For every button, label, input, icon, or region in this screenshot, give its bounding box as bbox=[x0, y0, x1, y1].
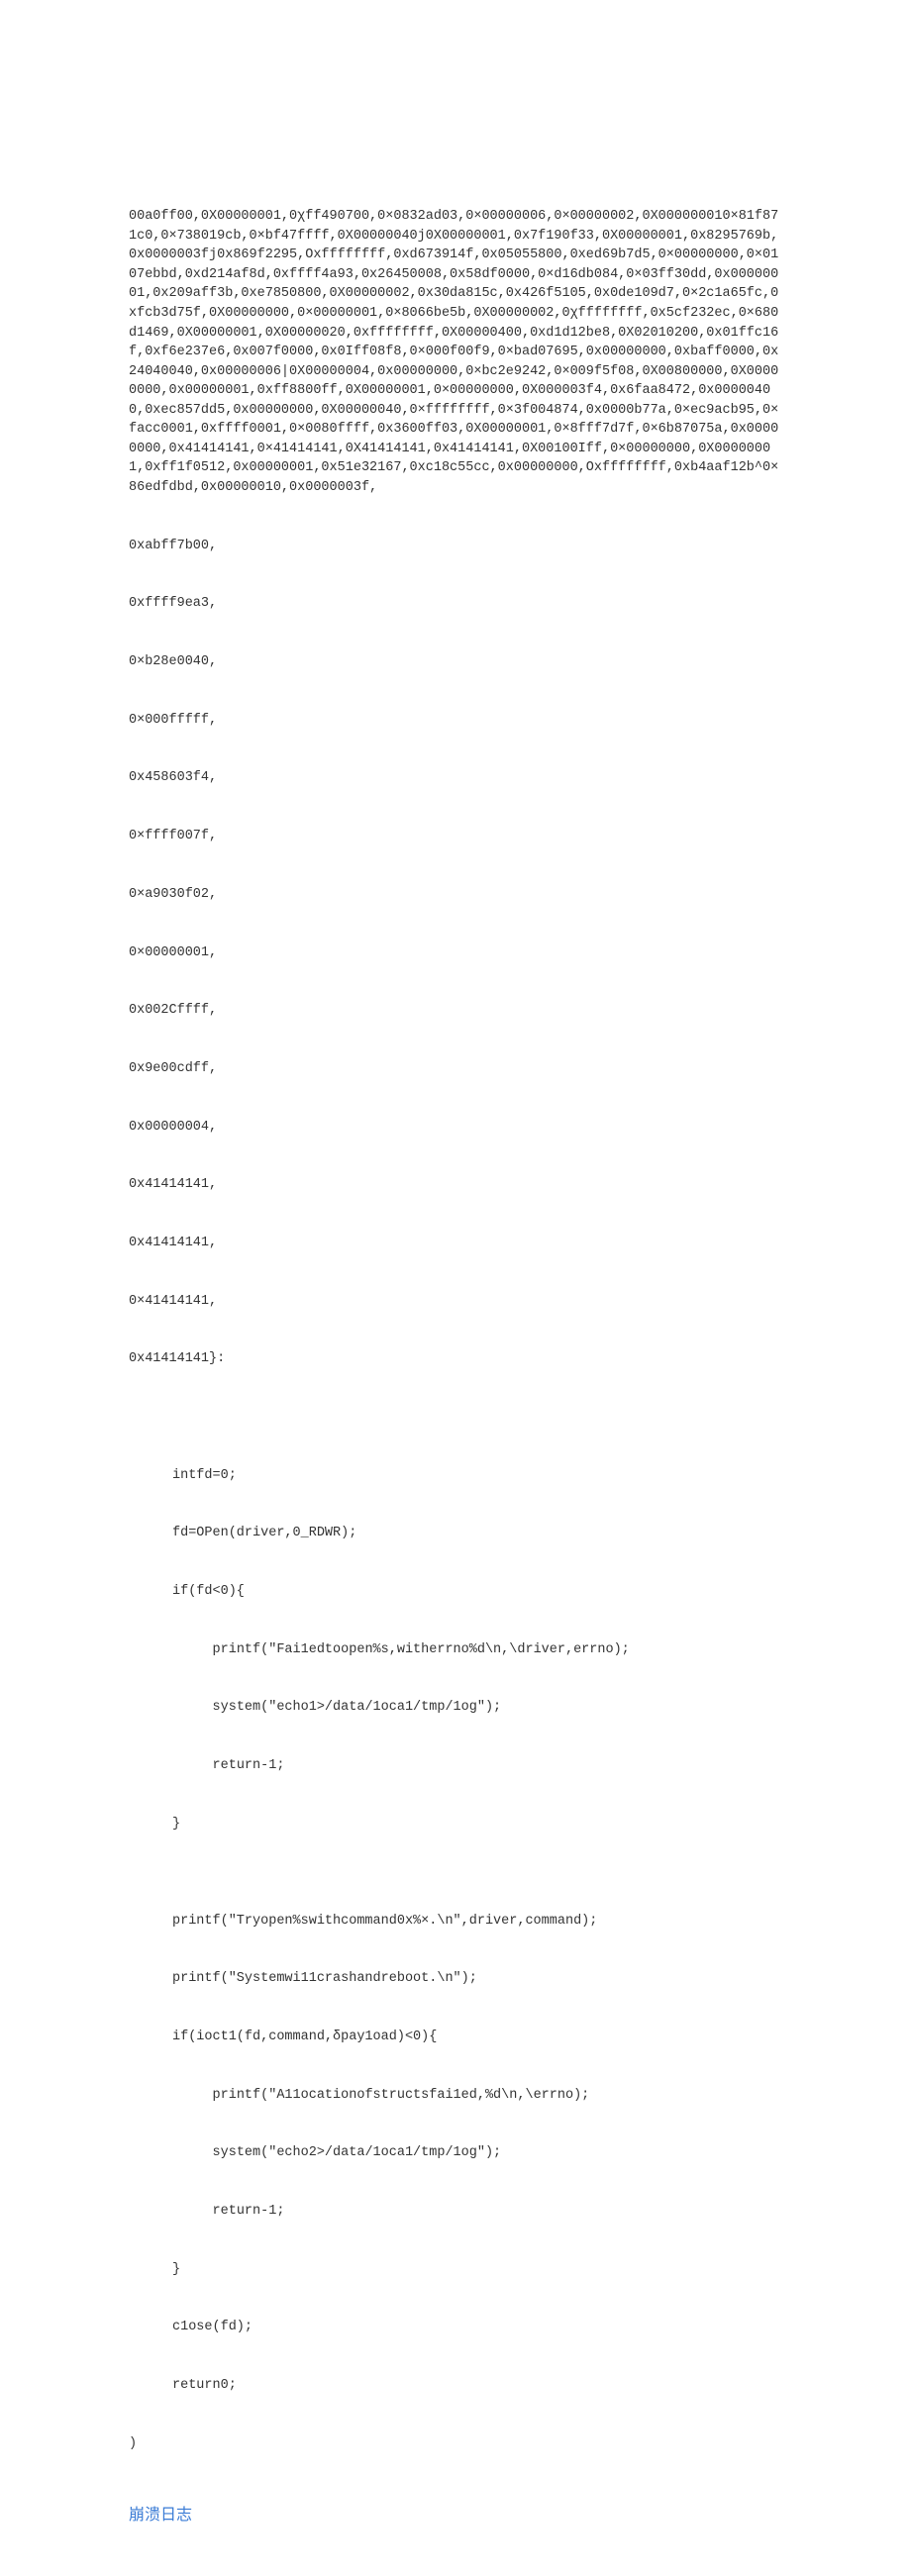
hex-line: 0x41414141, bbox=[129, 1234, 782, 1253]
hex-line: 0x41414141, bbox=[129, 1175, 782, 1195]
hex-line: 0x00000004, bbox=[129, 1118, 782, 1138]
code-line: if(ioct1(fd,command,δpay1oad)<0){ bbox=[129, 2028, 782, 2047]
code-line: c1ose(fd); bbox=[129, 2318, 782, 2337]
code-line: printf("Tryopen%swithcommand0x%×.\n",dri… bbox=[129, 1912, 782, 1932]
hex-line: 0×41414141, bbox=[129, 1292, 782, 1312]
code-line: } bbox=[129, 1815, 782, 1834]
code-line: intfd=0; bbox=[129, 1466, 782, 1486]
hex-line: 0×000fffff, bbox=[129, 711, 782, 731]
hex-line: 0xabff7b00, bbox=[129, 537, 782, 556]
code-line: system("echo1>/data/1oca1/tmp/1og"); bbox=[129, 1698, 782, 1718]
code-block: 00a0ff00,0X00000001,0χff490700,0×0832ad0… bbox=[129, 168, 782, 2493]
code-line: printf("Fai1edtoopen%s,witherrno%d\n,\dr… bbox=[129, 1640, 782, 1660]
code-line: return-1; bbox=[129, 2202, 782, 2222]
code-line: system("echo2>/data/1oca1/tmp/1og"); bbox=[129, 2143, 782, 2163]
hex-block: 00a0ff00,0X00000001,0χff490700,0×0832ad0… bbox=[129, 207, 782, 497]
hex-line: 0x458603f4, bbox=[129, 768, 782, 788]
code-line: return0; bbox=[129, 2376, 782, 2396]
hex-line: 0x9e00cdff, bbox=[129, 1059, 782, 1079]
hex-line: 0x002Cffff, bbox=[129, 1001, 782, 1021]
code-line: if(fd<0){ bbox=[129, 1582, 782, 1602]
hex-line: 0xffff9ea3, bbox=[129, 594, 782, 614]
hex-line: 0×a9030f02, bbox=[129, 885, 782, 905]
document-page: 00a0ff00,0X00000001,0χff490700,0×0832ad0… bbox=[0, 0, 911, 2576]
blank-line bbox=[129, 1408, 782, 1428]
code-close: ) bbox=[129, 2434, 782, 2454]
hex-line: 0×b28e0040, bbox=[129, 652, 782, 672]
code-line: } bbox=[129, 2260, 782, 2280]
code-line: printf("Systemwi11crashandreboot.\n"); bbox=[129, 1969, 782, 1989]
hex-line: 0×00000001, bbox=[129, 943, 782, 963]
crash-log-heading: 崩溃日志 bbox=[129, 2501, 782, 2525]
hex-line: 0x41414141}: bbox=[129, 1349, 782, 1369]
code-line: fd=OPen(driver,0_RDWR); bbox=[129, 1524, 782, 1543]
hex-line: 0×ffff007f, bbox=[129, 827, 782, 846]
code-line: return-1; bbox=[129, 1756, 782, 1776]
code-line: printf("A11ocationofstructsfai1ed,%d\n,\… bbox=[129, 2086, 782, 2106]
